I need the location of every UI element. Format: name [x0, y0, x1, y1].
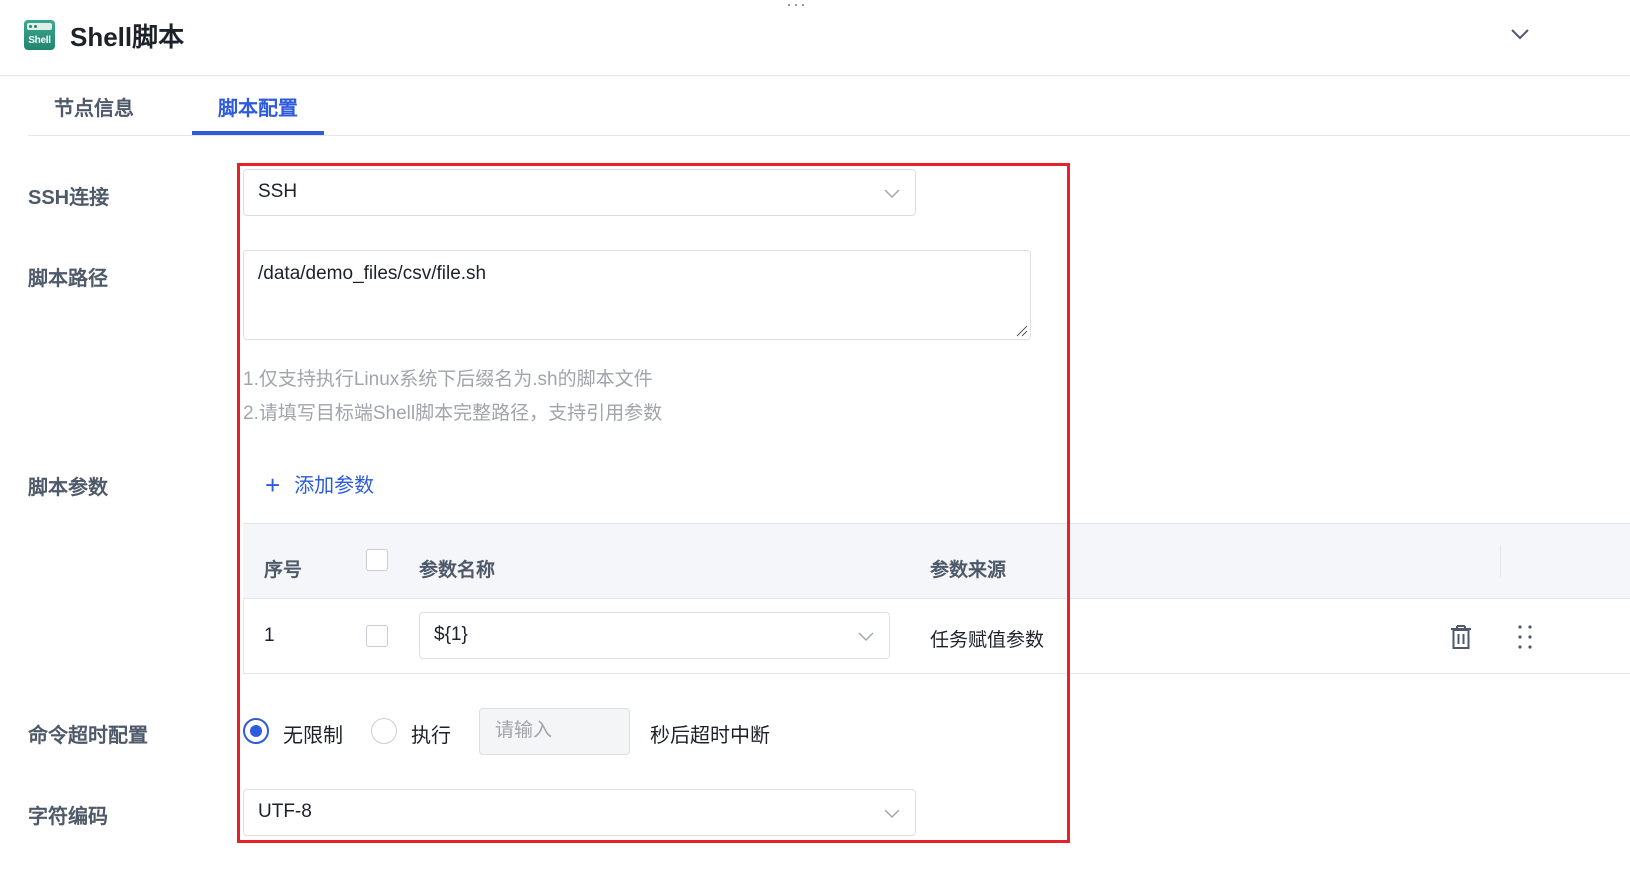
shell-app-icon: Shell — [24, 20, 55, 50]
tabs-divider — [28, 135, 1630, 136]
app-icon-text: Shell — [28, 35, 51, 46]
encoding-label: 字符编码 — [28, 806, 108, 828]
timeout-label: 命令超时配置 — [28, 725, 148, 747]
active-tab-indicator — [192, 131, 324, 135]
highlight-box — [237, 163, 1070, 843]
drag-handle-icon[interactable] — [1516, 624, 1534, 650]
trash-icon[interactable] — [1449, 624, 1473, 650]
tab-node-info[interactable]: 节点信息 — [54, 92, 134, 121]
tab-script-config[interactable]: 脚本配置 — [218, 92, 298, 121]
script-params-label: 脚本参数 — [28, 477, 108, 499]
script-path-label: 脚本路径 — [28, 268, 108, 290]
page-title: Shell脚本 — [70, 22, 185, 52]
panel-header — [0, 0, 1630, 76]
window-bar-icon — [27, 23, 52, 30]
chevron-down-icon[interactable] — [1508, 22, 1532, 46]
column-divider — [1500, 545, 1501, 577]
ssh-label: SSH连接 — [28, 187, 110, 209]
